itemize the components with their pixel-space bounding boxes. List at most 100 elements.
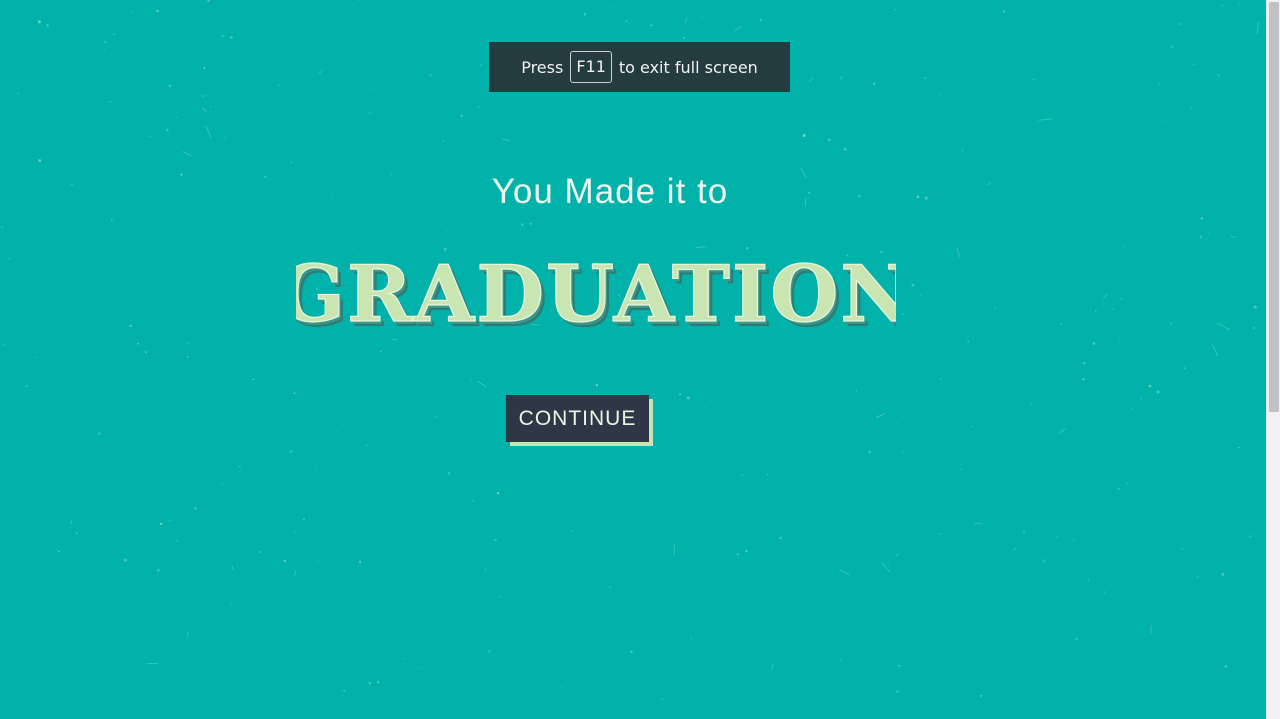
speckle-scratch [501,138,511,142]
speckle [805,534,807,536]
speckle [324,444,326,446]
speckle [1158,83,1161,86]
speckle [1118,337,1120,340]
speckle [1156,390,1160,394]
speckle [661,698,664,700]
speckle [1183,367,1186,370]
intro-text: You Made it to [491,172,729,211]
speckle [896,690,899,693]
speckle-scratch [205,126,212,139]
continue-button[interactable]: CONTINUE [506,395,649,442]
speckle [156,9,159,13]
speckle [779,536,782,540]
speckle [391,442,393,444]
speckle-scratch [875,413,886,418]
graduation-headline: GRADUATION GRADUATION GRADUATION [296,248,896,345]
speckle [939,533,941,535]
speckle [131,10,133,12]
speckle [872,82,876,85]
fullscreen-notice-prefix: Press [521,57,564,77]
speckle [97,432,101,435]
speckle [57,550,60,553]
speckle [828,5,829,7]
speckle [898,664,900,667]
speckle [358,0,361,1]
speckle [1196,576,1199,578]
speckle [448,472,451,475]
speckle [239,465,241,468]
speckle [46,24,50,27]
speckle-scratch [1150,625,1152,635]
speckle [17,92,20,95]
speckle [1013,547,1017,551]
speckle [183,698,185,700]
speckle [1116,518,1118,520]
speckle [252,378,255,381]
speckle [113,33,116,36]
speckle [470,379,472,382]
speckle [1178,22,1181,26]
speckle-scratch [477,380,487,388]
speckle [368,111,371,113]
speckle [1238,3,1240,5]
speckle [661,416,663,418]
speckle [210,106,212,108]
speckle-scratch [684,17,688,23]
speckle [168,519,171,522]
speckle-scratch [809,76,814,82]
speckle-scratch [1230,235,1236,238]
scrollbar-thumb[interactable] [1269,2,1279,412]
speckle [290,161,293,164]
speckle [496,491,500,495]
speckle [343,689,346,692]
speckle-texture [1,0,1265,714]
speckle [1123,247,1126,249]
speckle [1030,402,1033,405]
speckle [1060,323,1063,325]
speckle [38,159,42,162]
speckle [221,34,225,38]
speckle [103,40,107,44]
speckle-scratch [673,544,676,556]
speckle [982,660,984,662]
speckle [1106,119,1108,121]
speckle [1253,305,1257,309]
speckle [843,147,847,151]
speckle-scratch [69,519,73,525]
speckle [827,138,831,141]
speckle [1200,216,1204,220]
speckle [1238,447,1240,449]
speckle [294,531,296,533]
speckle [207,0,210,2]
speckle [1094,310,1097,312]
speckle [35,356,38,359]
speckle [1208,232,1211,235]
speckle [839,76,843,80]
speckle [887,562,889,564]
speckle [478,106,480,108]
speckle [529,222,532,225]
speckle-scratch [293,570,297,577]
speckle [1169,322,1172,325]
speckle [25,384,28,388]
speckle [1181,547,1184,550]
speckle [106,300,108,302]
speckle [894,9,896,11]
speckle [176,539,178,542]
vertical-scrollbar[interactable] [1266,0,1280,719]
speckle [683,36,686,39]
speckle [1075,637,1078,641]
speckle [814,674,816,676]
speckle [609,586,611,588]
speckle [967,340,970,343]
speckle [290,596,292,598]
speckle-scratch [1042,558,1046,564]
speckle [1082,378,1085,381]
speckle-scratch [770,663,774,670]
speckle [736,552,740,556]
speckle [342,424,344,426]
speckle [7,257,10,260]
speckle [521,223,524,226]
speckle [1022,530,1026,534]
speckle [358,560,362,563]
